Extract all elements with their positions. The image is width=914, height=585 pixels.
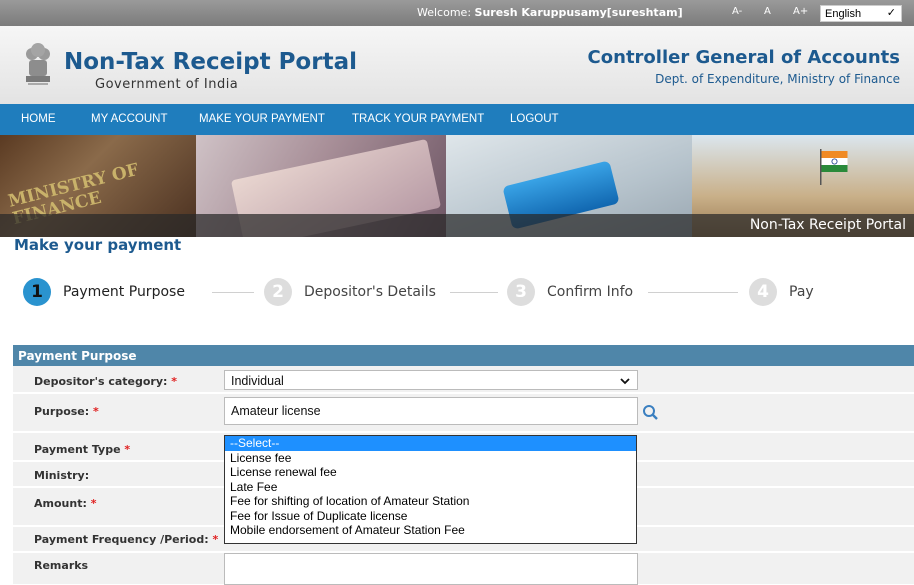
top-bar: Welcome: Suresh Karuppusamy[sureshtam] A… <box>0 0 914 26</box>
step-connector <box>648 292 738 293</box>
field-label: Ministry: <box>34 469 90 482</box>
section-header: Payment Purpose <box>13 345 914 366</box>
nav-make-your-payment[interactable]: MAKE YOUR PAYMENT <box>199 113 325 125</box>
welcome-user: Suresh Karuppusamy[sureshtam] <box>474 6 683 19</box>
purpose-value: Amateur license <box>231 404 321 418</box>
page-title: Make your payment <box>14 236 182 254</box>
purpose-input[interactable]: Amateur license <box>224 397 638 425</box>
field-label: Purpose: * <box>34 405 99 418</box>
step-number: 2 <box>264 278 292 306</box>
org-title: Controller General of Accounts <box>587 47 900 68</box>
field-label: Payment Frequency /Period: * <box>34 533 219 546</box>
font-increase-button[interactable]: A+ <box>793 6 808 17</box>
welcome-text: Welcome: Suresh Karuppusamy[sureshtam] <box>417 6 683 19</box>
welcome-prefix: Welcome: <box>417 6 475 19</box>
language-select[interactable]: English ✓ <box>820 5 902 22</box>
required-marker: * <box>171 375 178 388</box>
required-marker: * <box>212 533 219 546</box>
step-connector <box>450 292 498 293</box>
dropdown-option[interactable]: --Select-- <box>225 436 636 451</box>
dropdown-option[interactable]: Fee for shifting of location of Amateur … <box>225 494 636 509</box>
field-label: Payment Type * <box>34 443 131 456</box>
step-label: Depositor's Details <box>304 284 436 300</box>
national-emblem-icon <box>26 43 50 85</box>
flag-icon <box>820 149 848 185</box>
remarks-textarea[interactable] <box>224 553 638 585</box>
required-marker: * <box>90 497 97 510</box>
step-label: Payment Purpose <box>63 284 185 300</box>
step-label: Confirm Info <box>547 284 634 300</box>
hero-banner: MINISTRY OF FINANCE Non-Tax Receipt Port… <box>0 135 914 237</box>
font-normal-button[interactable]: A <box>764 6 771 17</box>
nav-my-account[interactable]: MY ACCOUNT <box>91 113 167 125</box>
nav-logout[interactable]: LOGOUT <box>510 113 559 125</box>
step-connector <box>212 292 254 293</box>
step-number: 1 <box>23 278 51 306</box>
depositor-category-select[interactable]: Individual <box>224 370 638 390</box>
step-number: 3 <box>507 278 535 306</box>
org-subtitle: Dept. of Expenditure, Ministry of Financ… <box>655 72 900 86</box>
search-icon[interactable] <box>640 402 662 422</box>
chevron-down-icon: ✓ <box>886 7 896 19</box>
required-marker: * <box>124 443 131 456</box>
portal-title: Non-Tax Receipt Portal <box>64 49 357 75</box>
dropdown-option[interactable]: License fee <box>225 451 636 466</box>
dropdown-option[interactable]: Late Fee <box>225 480 636 495</box>
dropdown-option[interactable]: Mobile endorsement of Amateur Station Fe… <box>225 523 636 538</box>
field-label: Depositor's category: * <box>34 375 178 388</box>
banner-label: Non-Tax Receipt Portal <box>749 217 906 233</box>
field-label: Amount: * <box>34 497 97 510</box>
nav-home[interactable]: HOME <box>21 113 56 125</box>
dropdown-option[interactable]: Fee for Issue of Duplicate license <box>225 509 636 524</box>
site-header: Non-Tax Receipt Portal Government of Ind… <box>0 26 914 104</box>
dropdown-option[interactable]: License renewal fee <box>225 465 636 480</box>
chevron-down-icon <box>620 378 630 385</box>
nav-track-your-payment[interactable]: TRACK YOUR PAYMENT <box>352 113 484 125</box>
language-value: English <box>825 8 862 20</box>
payment-type-dropdown-list[interactable]: --Select-- License fee License renewal f… <box>224 435 637 544</box>
depositor-category-value: Individual <box>231 374 284 388</box>
step-number: 4 <box>749 278 777 306</box>
main-nav: HOME MY ACCOUNT MAKE YOUR PAYMENT TRACK … <box>0 104 914 135</box>
font-decrease-button[interactable]: A- <box>732 6 742 17</box>
field-label: Remarks <box>34 559 89 572</box>
step-label: Pay <box>789 284 814 300</box>
portal-subtitle: Government of India <box>95 77 239 92</box>
required-marker: * <box>93 405 99 418</box>
